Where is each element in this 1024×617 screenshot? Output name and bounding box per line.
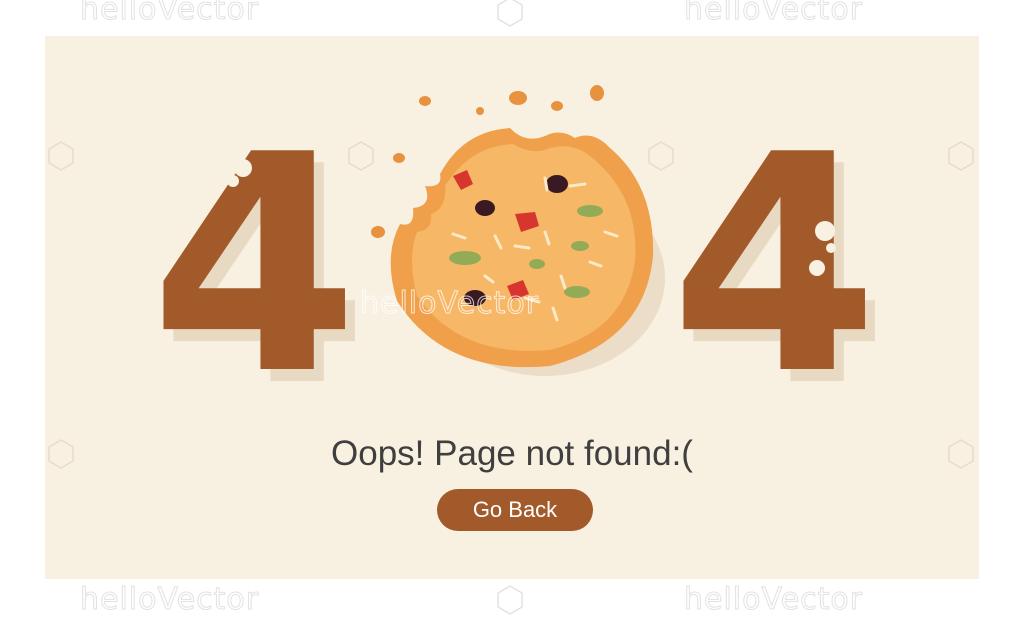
watermark-bottom-right: helloVector bbox=[683, 582, 864, 617]
watermark-bottom-left: helloVector bbox=[79, 582, 260, 617]
watermark-top-right: helloVector bbox=[683, 0, 864, 28]
error-panel: 4 4 4 4 helloVector Oops! Page not found… bbox=[45, 36, 979, 579]
watermark-logo-icon bbox=[497, 585, 523, 615]
watermark-center: helloVector bbox=[359, 286, 540, 322]
error-message: Oops! Page not found:( bbox=[331, 434, 693, 473]
watermark-logo-icon bbox=[497, 0, 523, 27]
go-back-button[interactable]: Go Back bbox=[437, 489, 593, 531]
cookie-icon bbox=[227, 85, 836, 376]
watermark-top-left: helloVector bbox=[79, 0, 260, 28]
